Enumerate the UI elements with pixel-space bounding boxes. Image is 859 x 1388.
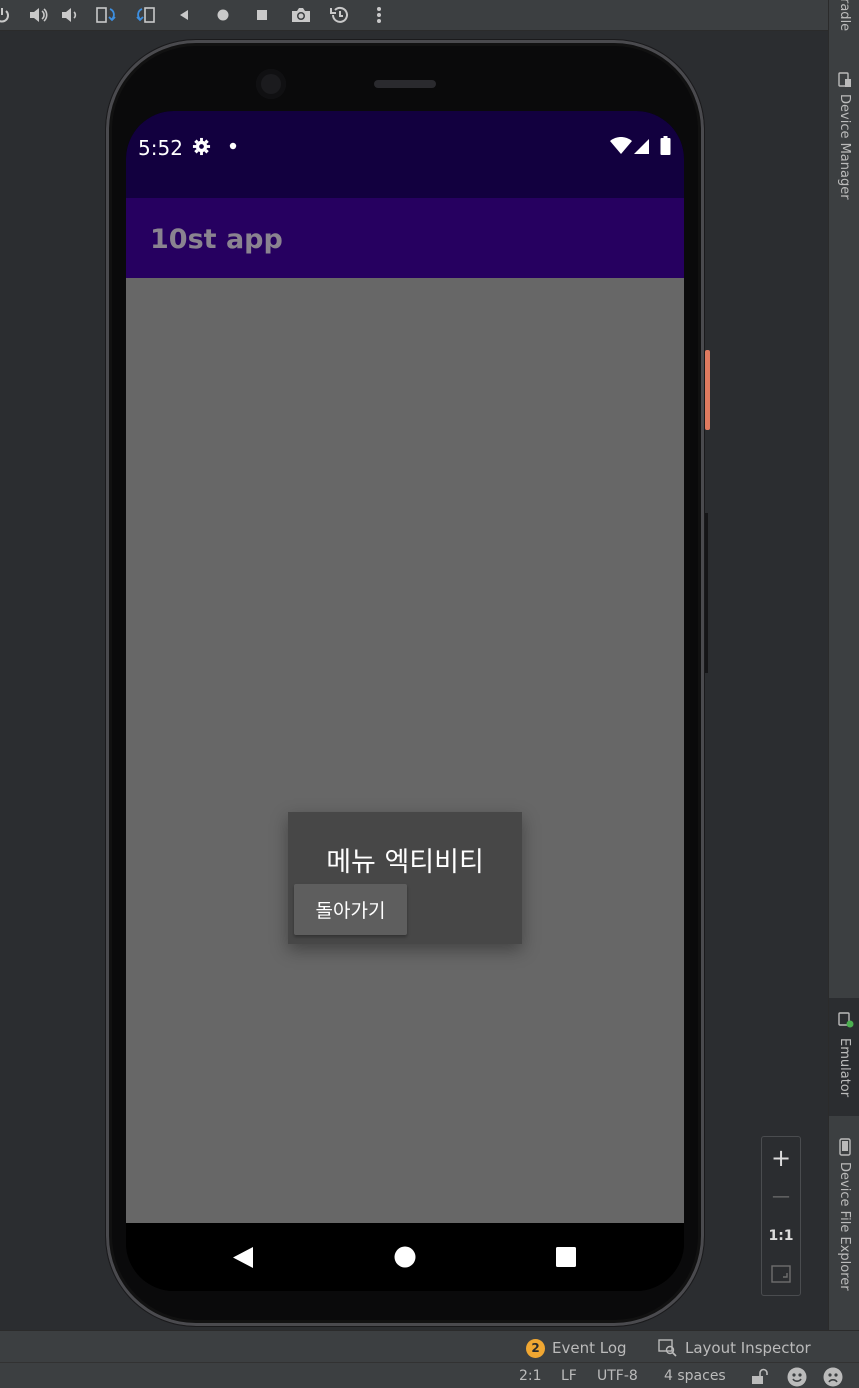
cellular-signal-icon [634, 139, 649, 154]
line-separator[interactable]: LF [561, 1368, 577, 1384]
tab-device-manager[interactable]: Device Manager [829, 64, 859, 224]
tab-emulator[interactable]: Emulator [829, 998, 859, 1116]
tab-gradle[interactable]: radle [829, 0, 859, 52]
battery-icon [660, 136, 671, 155]
nav-overview-icon[interactable] [555, 1246, 577, 1268]
more-icon[interactable] [367, 3, 391, 27]
tab-device-manager-label: Device Manager [837, 94, 852, 200]
device-screen: 5:52 10st app 메뉴 엑티비티 돌아가기 [126, 111, 684, 1291]
tab-device-file-explorer[interactable]: Device File Explorer [829, 1128, 859, 1318]
right-tool-strip: radle Device Manager Emulator Device Fil… [828, 0, 859, 1330]
wifi-icon [610, 137, 632, 154]
zoom-in-button[interactable]: + [762, 1139, 800, 1177]
overview-icon[interactable] [250, 3, 274, 27]
nav-back-icon[interactable] [232, 1246, 254, 1269]
device-manager-icon [838, 72, 851, 87]
volume-up-icon[interactable] [26, 3, 50, 27]
ide-status-bar: 2:1 LF UTF-8 4 spaces [0, 1362, 859, 1388]
layout-inspector-button[interactable]: Layout Inspector [658, 1338, 811, 1358]
emulator-toolbar [0, 0, 828, 31]
device-file-explorer-icon [839, 1138, 851, 1156]
app-content: 메뉴 엑티비티 돌아가기 [126, 278, 684, 1223]
tab-device-file-explorer-label: Device File Explorer [837, 1162, 852, 1291]
event-log-label: Event Log [552, 1339, 627, 1357]
camera-icon[interactable] [289, 3, 313, 27]
bottom-tool-bar: 2 Event Log Layout Inspector [0, 1330, 859, 1363]
app-title: 10st app [150, 224, 283, 255]
nav-home-icon[interactable] [394, 1246, 416, 1268]
zoom-actual-size-button[interactable]: 1:1 [762, 1217, 800, 1255]
app-bar: 10st app [126, 198, 684, 278]
file-encoding[interactable]: UTF-8 [597, 1368, 638, 1384]
tab-gradle-label: radle [837, 0, 852, 32]
unlock-icon[interactable] [751, 1368, 769, 1385]
event-log-count-badge: 2 [526, 1338, 545, 1358]
event-log-button[interactable]: 2 Event Log [526, 1338, 627, 1358]
indent-setting[interactable]: 4 spaces [664, 1368, 726, 1384]
earpiece [374, 80, 436, 88]
power-side-button[interactable] [705, 350, 710, 430]
settings-icon [192, 137, 211, 156]
zoom-fit-button[interactable] [762, 1255, 800, 1293]
notification-dot-icon [229, 142, 237, 150]
android-status-bar: 5:52 [126, 111, 684, 198]
home-icon[interactable] [211, 3, 235, 27]
rotate-left-icon[interactable] [94, 3, 118, 27]
caret-position[interactable]: 2:1 [519, 1368, 542, 1384]
snapshot-icon[interactable] [328, 3, 352, 27]
status-time: 5:52 [138, 136, 183, 160]
dialog-title: 메뉴 엑티비티 [326, 847, 484, 878]
menu-activity-dialog: 메뉴 엑티비티 돌아가기 [288, 812, 522, 944]
volume-down-icon[interactable] [58, 3, 82, 27]
happy-face-icon[interactable] [787, 1367, 807, 1387]
rotate-right-icon[interactable] [134, 3, 158, 27]
zoom-out-button[interactable]: — [762, 1177, 800, 1215]
volume-side-button[interactable] [705, 513, 708, 673]
android-nav-bar [126, 1223, 684, 1291]
sad-face-icon[interactable] [823, 1367, 843, 1387]
zoom-controls: + — 1:1 [761, 1136, 801, 1296]
power-icon[interactable] [0, 3, 14, 27]
front-camera [256, 69, 286, 99]
layout-inspector-icon [658, 1339, 677, 1357]
tab-emulator-label: Emulator [837, 1038, 852, 1098]
fit-screen-icon [771, 1265, 791, 1283]
go-back-button[interactable]: 돌아가기 [294, 884, 407, 935]
back-icon[interactable] [172, 3, 196, 27]
layout-inspector-label: Layout Inspector [685, 1339, 811, 1357]
emulator-icon [838, 1012, 854, 1028]
